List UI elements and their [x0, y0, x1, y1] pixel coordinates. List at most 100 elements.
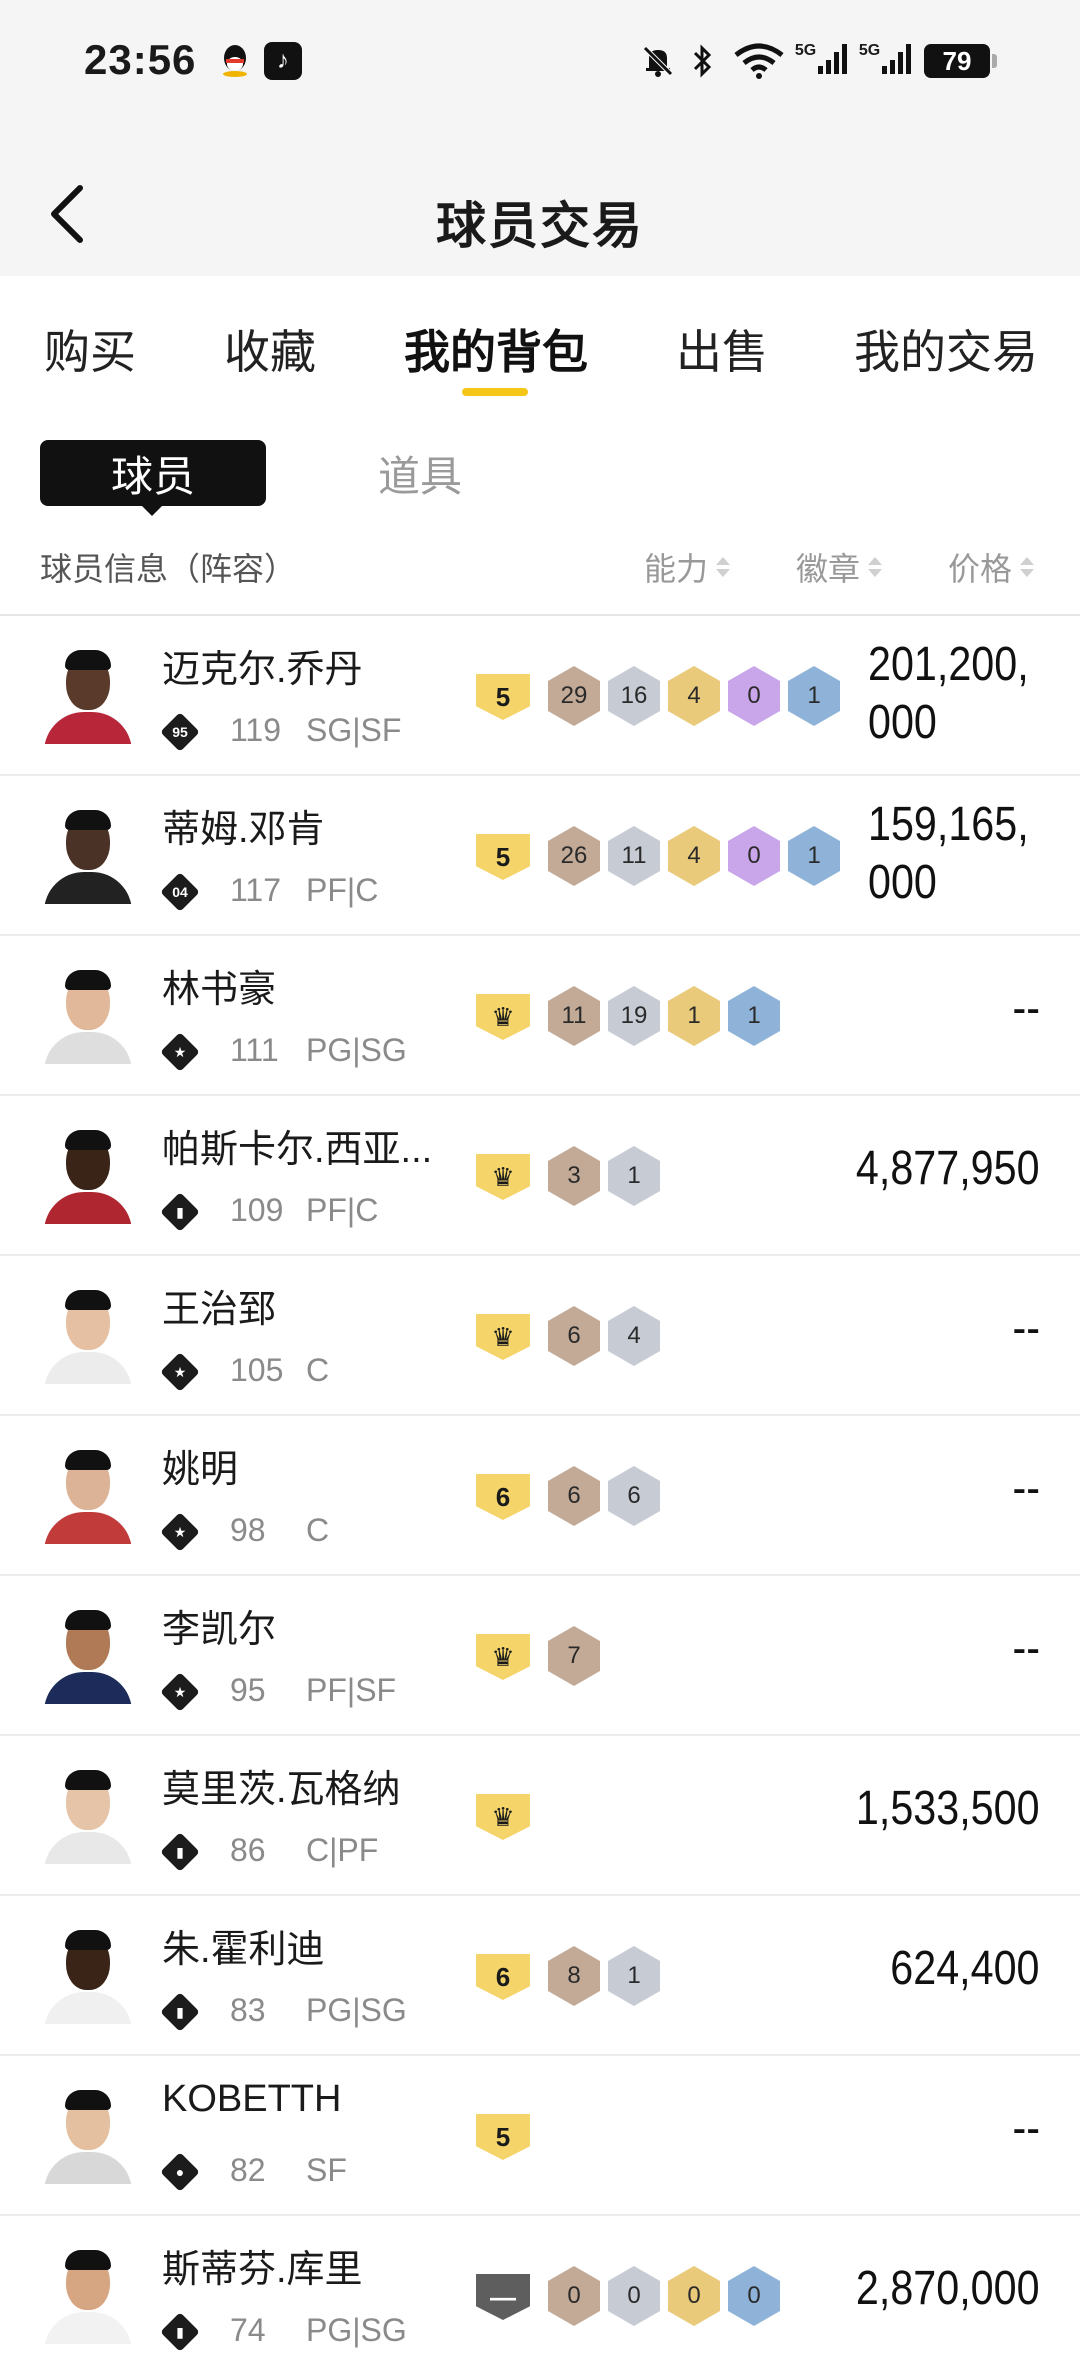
ability-medal: ♛ [476, 1314, 530, 1360]
mute-bell-icon [640, 42, 676, 80]
badge-hex: 11 [548, 986, 600, 1046]
player-name: 林书豪 [162, 969, 277, 1011]
player-position: PF|C [306, 872, 379, 908]
player-name: 莫里茨.瓦格纳 [162, 1769, 401, 1811]
battery-tip [992, 54, 997, 68]
sort-icon [1020, 557, 1035, 577]
qq-icon [218, 42, 252, 80]
active-tab-indicator [462, 388, 528, 396]
player-row[interactable]: 斯蒂芬.库里 ▮ 74 PG|SG — 0000 2,870,000 [0, 2216, 1080, 2373]
wifi-icon [732, 42, 786, 80]
column-ability-sort[interactable]: 能力 [644, 544, 731, 590]
player-row[interactable]: 姚明 ★ 98 C 6 66 -- [0, 1416, 1080, 1576]
badge-hex: 6 [608, 1466, 660, 1526]
badge-hex: 6 [548, 1306, 600, 1366]
page-title: 球员交易 [436, 198, 644, 254]
player-name: 迈克尔.乔丹 [162, 649, 363, 691]
badge-hex: 4 [608, 1306, 660, 1366]
badge-hex: 29 [548, 666, 600, 726]
badge-hex: 1 [788, 826, 840, 886]
battery-icon: 79 [924, 44, 990, 78]
player-rating: 117 [230, 872, 282, 908]
badge-hex: 1 [608, 1146, 660, 1206]
column-badge-sort[interactable]: 徽章 [796, 544, 883, 590]
badge-hex: 0 [728, 666, 780, 726]
player-price: -- [1012, 1622, 1040, 1675]
player-price: -- [1012, 1302, 1040, 1355]
player-position: PG|SG [306, 1992, 407, 2028]
player-rating: 111 [230, 1032, 279, 1068]
bluetooth-icon [688, 42, 718, 80]
player-rating: 74 [230, 2312, 266, 2348]
player-row[interactable]: 王治郅 ★ 105 C ♛ 64 -- [0, 1256, 1080, 1416]
player-rating: 105 [230, 1352, 284, 1388]
lineup-badge-icon: ▮ [160, 1192, 200, 1232]
player-row[interactable]: 蒂姆.邓肯 04 117 PF|C 5 26 11 4 0 1 159,165,000 [0, 776, 1080, 936]
status-time: 23:56 [84, 36, 197, 83]
tab-my-backpack[interactable]: 我的背包 [404, 316, 588, 382]
player-price: -- [1012, 982, 1040, 1035]
player-rating: 82 [230, 2152, 266, 2188]
player-price: 4,877,950 [856, 1142, 1040, 1195]
subtab-players[interactable]: 球员 [40, 440, 266, 506]
player-avatar [40, 1768, 136, 1864]
player-rating: 83 [230, 1992, 266, 2028]
player-position: C [306, 1512, 330, 1548]
lineup-badge-icon: 95 [160, 712, 200, 752]
player-avatar [40, 648, 136, 744]
badge-hex: 26 [548, 826, 600, 886]
subtab-items[interactable]: 道具 [378, 440, 462, 506]
ability-medal: 5 [476, 834, 530, 880]
player-name: 姚明 [162, 1449, 239, 1491]
player-position: PF|SF [306, 1672, 397, 1708]
player-rating: 98 [230, 1512, 266, 1548]
lineup-badge-icon: 04 [160, 872, 200, 912]
sort-icon [716, 557, 731, 577]
tab-favorites[interactable]: 收藏 [224, 316, 316, 382]
player-name: 帕斯卡尔.西亚... [162, 1129, 433, 1171]
header-area: 23:56 ♪ 5G 5G 79 球员交易 [0, 0, 1080, 276]
badge-hex: 7 [548, 1626, 600, 1686]
lineup-badge-icon: ● [160, 2152, 200, 2192]
player-name: 蒂姆.邓肯 [162, 809, 325, 851]
column-price-sort[interactable]: 价格 [948, 544, 1035, 590]
ability-medal: 6 [476, 1474, 530, 1520]
player-position: PG|SG [306, 1032, 407, 1068]
badge-hex: 19 [608, 986, 660, 1046]
tab-my-trades[interactable]: 我的交易 [854, 316, 1038, 382]
player-price: -- [1012, 1462, 1040, 1515]
player-name: KOBETTH [162, 2078, 342, 2120]
player-name: 斯蒂芬.库里 [162, 2249, 363, 2291]
ability-medal: 6 [476, 1954, 530, 2000]
ability-medal: — [476, 2274, 530, 2320]
player-row[interactable]: 朱.霍利迪 ▮ 83 PG|SG 6 81 624,400 [0, 1896, 1080, 2056]
player-row[interactable]: 迈克尔.乔丹 95 119 SG|SF 5 29 16 4 0 1 201,200,00… [0, 616, 1080, 776]
player-price: -- [1012, 2102, 1040, 2155]
badge-hex: 0 [728, 826, 780, 886]
player-row[interactable]: 李凯尔 ★ 95 PF|SF ♛ 7 -- [0, 1576, 1080, 1736]
badge-hex: 1 [728, 986, 780, 1046]
badge-hex: 1 [608, 1946, 660, 2006]
player-row[interactable]: 帕斯卡尔.西亚... ▮ 109 PF|C ♛ 31 4,877,950 [0, 1096, 1080, 1256]
player-row[interactable]: 莫里茨.瓦格纳 ▮ 86 C|PF ♛ 1,533,500 [0, 1736, 1080, 1896]
player-avatar [40, 1128, 136, 1224]
lineup-badge-icon: ★ [160, 1512, 200, 1552]
player-name: 王治郅 [162, 1289, 277, 1331]
player-avatar [40, 968, 136, 1064]
status-bar: 23:56 ♪ 5G 5G 79 [0, 0, 1080, 120]
lineup-badge-icon: ★ [160, 1032, 200, 1072]
player-row[interactable]: 林书豪 ★ 111 PG|SG ♛ 11 19 1 1 -- [0, 936, 1080, 1096]
player-row[interactable]: KOBETTH ● 82 SF 5 -- [0, 2056, 1080, 2216]
badge-hex: 16 [608, 666, 660, 726]
badge-hex: 6 [548, 1466, 600, 1526]
tab-buy[interactable]: 购买 [44, 316, 136, 382]
player-avatar [40, 1288, 136, 1384]
tab-sell[interactable]: 出售 [676, 316, 768, 382]
ability-medal: ♛ [476, 1794, 530, 1840]
lineup-badge-icon: ★ [160, 1352, 200, 1392]
player-position: SG|SF [306, 712, 402, 748]
player-avatar [40, 1928, 136, 2024]
player-price: 624,400 [890, 1942, 1040, 1995]
player-avatar [40, 1448, 136, 1544]
signal-icon-2: 5G [858, 42, 912, 80]
